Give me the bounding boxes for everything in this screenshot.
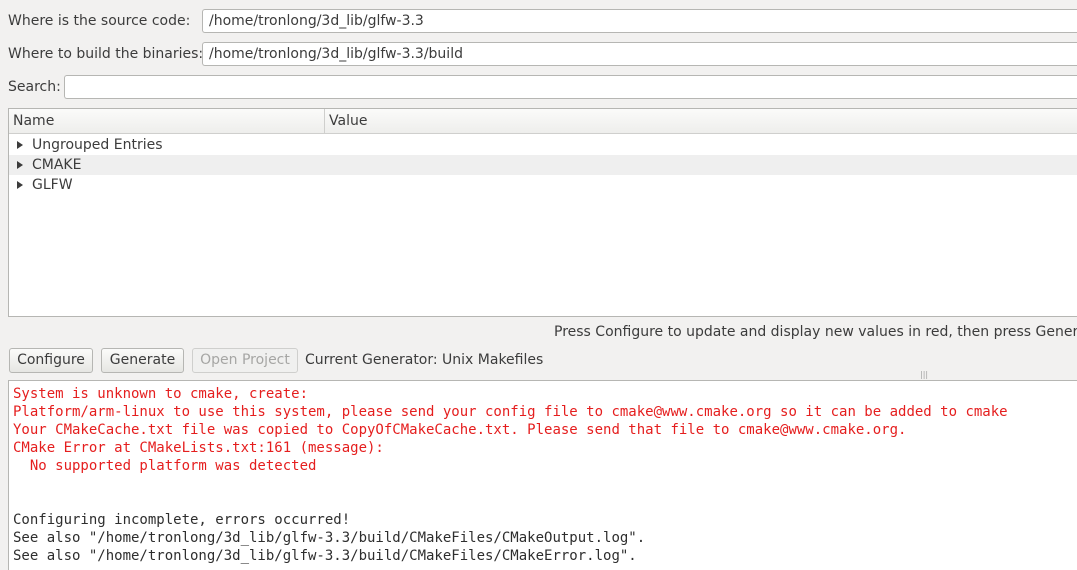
configure-hint-text: Press Configure to update and display ne… [554, 324, 1077, 340]
search-label: Search: [8, 79, 61, 95]
expand-arrow-icon[interactable] [17, 141, 23, 149]
expand-arrow-icon[interactable] [17, 181, 23, 189]
output-line: System is unknown to cmake, create: [13, 386, 309, 402]
tree-row-glfw[interactable]: GLFW [9, 175, 1077, 195]
output-line: Your CMakeCache.txt file was copied to C… [13, 422, 907, 438]
cache-tree[interactable]: Name Value Ungrouped Entries CMAKE GLFW [8, 108, 1077, 317]
tree-row-label: Ungrouped Entries [32, 137, 163, 153]
search-input[interactable] [64, 75, 1077, 99]
output-line: Configuring incomplete, errors occurred! [13, 512, 351, 528]
generate-button[interactable]: Generate [101, 348, 184, 373]
tree-row-ungrouped-entries[interactable]: Ungrouped Entries [9, 135, 1077, 155]
tree-row-label: GLFW [32, 177, 73, 193]
output-line: Platform/arm-linux to use this system, p… [13, 404, 1008, 420]
tree-row-cmake[interactable]: CMAKE [9, 155, 1077, 175]
output-line: No supported platform was detected [13, 458, 317, 474]
build-label: Where to build the binaries: [8, 46, 204, 62]
expand-arrow-icon[interactable] [17, 161, 23, 169]
open-project-button[interactable]: Open Project [192, 348, 298, 373]
tree-row-label: CMAKE [32, 157, 82, 173]
splitter-handle-icon[interactable]: ||| [920, 371, 930, 379]
source-label: Where is the source code: [8, 13, 191, 29]
output-line: See also "/home/tronlong/3d_lib/glfw-3.3… [13, 548, 637, 564]
column-header-name[interactable]: Name [9, 109, 325, 133]
column-header-value[interactable]: Value [325, 109, 725, 133]
build-path-input[interactable] [202, 42, 1077, 66]
output-line: See also "/home/tronlong/3d_lib/glfw-3.3… [13, 530, 646, 546]
output-line: CMake Error at CMakeLists.txt:161 (messa… [13, 440, 384, 456]
configure-button[interactable]: Configure [9, 348, 93, 373]
current-generator-label: Current Generator: Unix Makefiles [305, 352, 544, 368]
output-log[interactable]: System is unknown to cmake, create: Platf… [8, 380, 1077, 570]
tree-header: Name Value [9, 109, 1077, 134]
source-path-input[interactable] [202, 9, 1077, 33]
